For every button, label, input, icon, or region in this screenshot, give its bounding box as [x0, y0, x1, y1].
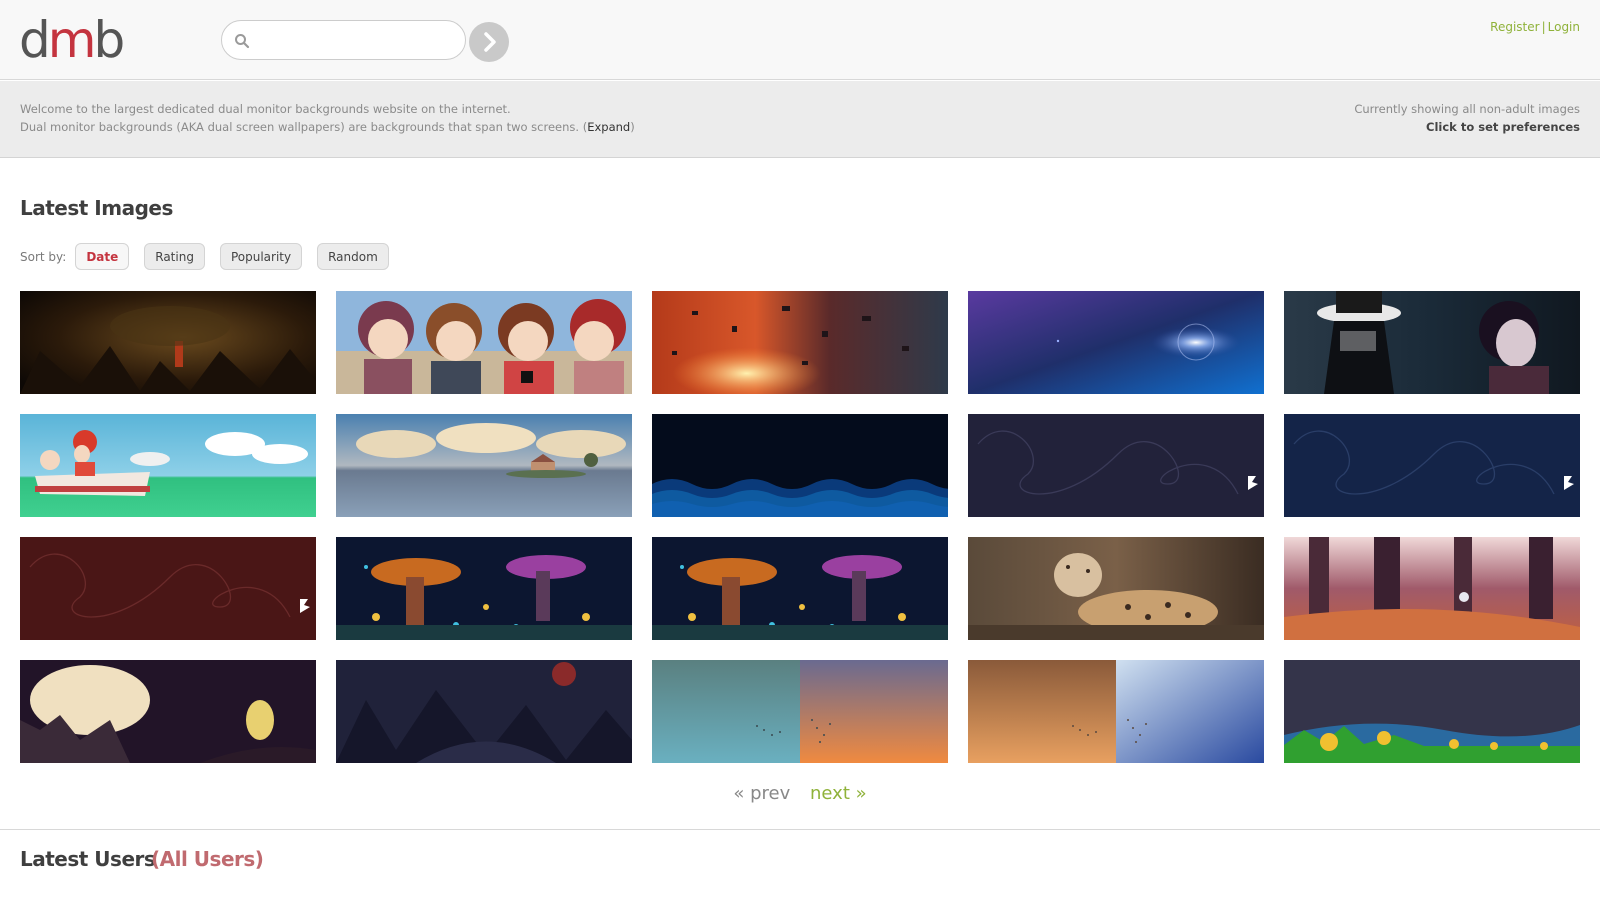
- prev-page-link[interactable]: « prev: [733, 783, 790, 804]
- sort-by-rating-button[interactable]: Rating: [144, 243, 205, 270]
- filter-status-text: Currently showing all non-adult images: [1354, 102, 1580, 116]
- sort-by-popularity-button[interactable]: Popularity: [219, 243, 303, 270]
- latest-images-title: Latest Images: [20, 196, 173, 220]
- thumbnail-snow-leopard[interactable]: [968, 537, 1264, 640]
- thumbnail-orange-blue-gradient-birds[interactable]: [968, 660, 1264, 763]
- thumbnail-swirl-blue[interactable]: [1284, 414, 1580, 517]
- register-link[interactable]: Register: [1490, 20, 1539, 34]
- logo-letter-d: d: [19, 11, 51, 69]
- latest-users-title: Latest Users: [20, 847, 156, 871]
- all-users-link[interactable]: (All Users): [151, 847, 264, 871]
- sort-controls: Sort by: Date Rating Popularity Random: [20, 243, 404, 270]
- thumbnail-pink-forest[interactable]: [1284, 537, 1580, 640]
- thumbnail-anime-boat[interactable]: [20, 414, 316, 517]
- sort-by-date-button[interactable]: Date: [75, 243, 130, 270]
- thumbnail-fantasy-mushroom-forest-2[interactable]: [652, 537, 948, 640]
- section-divider: [0, 829, 1600, 830]
- thumbnail-blue-space-glow[interactable]: [968, 291, 1264, 394]
- thumbnail-fantasy-mushroom-forest[interactable]: [336, 537, 632, 640]
- sort-by-random-button[interactable]: Random: [317, 243, 389, 270]
- welcome-bar: Welcome to the largest dedicated dual mo…: [0, 81, 1600, 158]
- thumbnail-lake-island-clouds[interactable]: [336, 414, 632, 517]
- login-link[interactable]: Login: [1548, 20, 1580, 34]
- search-input[interactable]: [256, 27, 456, 53]
- next-page-link[interactable]: next »: [810, 783, 867, 804]
- chevron-right-icon: [484, 32, 496, 52]
- thumbnail-dark-waves[interactable]: [652, 414, 948, 517]
- logo-letter-b: b: [93, 11, 125, 69]
- thumbnail-red-space-debris[interactable]: [652, 291, 948, 394]
- site-header: dmb Register | Login: [0, 0, 1600, 80]
- logo-letter-m: m: [47, 11, 97, 69]
- welcome-line-2-suffix: ): [630, 120, 635, 134]
- thumbnail-anime-girls[interactable]: [336, 291, 632, 394]
- search-icon: [235, 34, 250, 49]
- welcome-line-2: Dual monitor backgrounds (AKA dual scree…: [20, 118, 635, 136]
- expand-link[interactable]: Expand: [587, 120, 630, 134]
- welcome-line-2-prefix: Dual monitor backgrounds (AKA dual scree…: [20, 120, 588, 134]
- thumbnail-dragon-cave[interactable]: [20, 291, 316, 394]
- site-logo[interactable]: dmb: [19, 10, 125, 70]
- search-submit-button[interactable]: [469, 22, 509, 62]
- pagination: « prev next »: [0, 783, 1600, 804]
- thumbnail-dark-fantasy-moon[interactable]: [336, 660, 632, 763]
- auth-links: Register | Login: [1490, 20, 1580, 34]
- thumbnail-swirl-dark-navy[interactable]: [968, 414, 1264, 517]
- search-box: [221, 20, 466, 60]
- thumbnail-egg-cave[interactable]: [20, 660, 316, 763]
- thumbnail-anime-hat-characters[interactable]: [1284, 291, 1580, 394]
- set-preferences-link[interactable]: Click to set preferences: [1354, 118, 1580, 136]
- thumbnail-pixel-landscape[interactable]: [1284, 660, 1580, 763]
- auth-separator: |: [1541, 20, 1546, 34]
- welcome-line-1: Welcome to the largest dedicated dual mo…: [20, 102, 511, 116]
- thumbnail-swirl-maroon[interactable]: [20, 537, 316, 640]
- sort-label: Sort by:: [20, 249, 67, 264]
- welcome-text: Welcome to the largest dedicated dual mo…: [20, 100, 635, 136]
- content-filter-status: Currently showing all non-adult images C…: [1354, 100, 1580, 136]
- thumbnail-teal-orange-gradient-birds[interactable]: [652, 660, 948, 763]
